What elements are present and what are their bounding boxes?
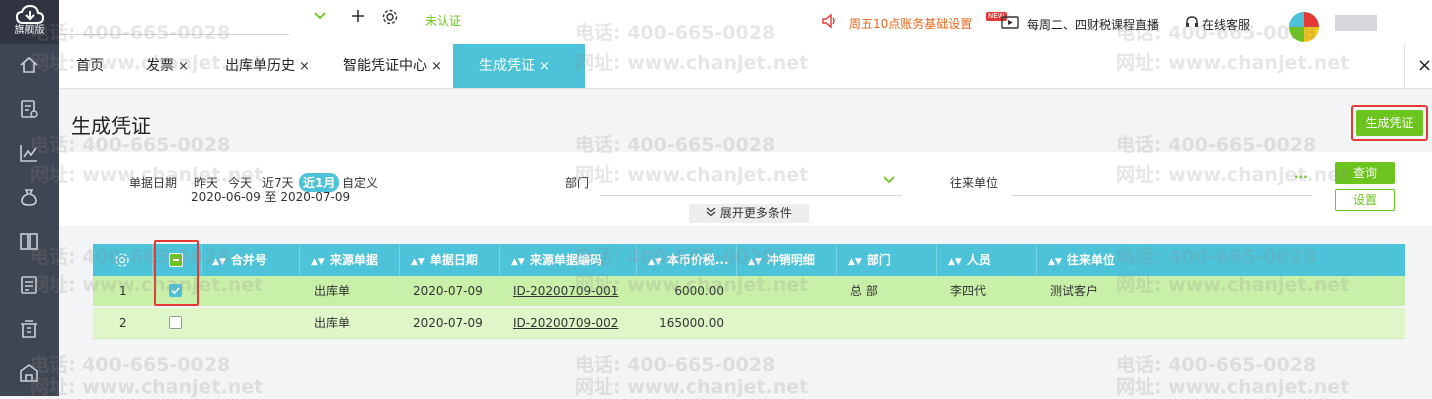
watermark-site: 网址: www.chanjet.net: [1116, 274, 1350, 296]
cell-doc-date: 2020-07-09: [413, 316, 483, 330]
close-icon[interactable]: ×: [299, 59, 310, 74]
partner-filter-label: 往来单位: [950, 176, 999, 190]
watermark-site: 网址: www.chanjet.net: [30, 376, 264, 398]
header-divider: [499, 244, 500, 276]
table-row[interactable]: 2 出库单 2020-07-09 ID-20200709-002 165000.…: [93, 308, 1405, 339]
col-partner[interactable]: ▲▼ 往来单位: [1048, 244, 1115, 276]
watermark-site: 网址: www.chanjet.net: [575, 164, 809, 186]
watermark-phone: 电话: 400-665-0028: [1116, 134, 1317, 156]
col-label: 部门: [866, 253, 891, 267]
cell-doc-date: 2020-07-09: [413, 284, 483, 298]
header-divider: [399, 244, 400, 276]
close-icon[interactable]: ×: [539, 59, 550, 74]
watermark-phone: 电话: 400-665-0028: [1116, 22, 1317, 44]
col-person[interactable]: ▲▼ 人员: [948, 244, 991, 276]
close-all-icon[interactable]: ×: [1417, 55, 1432, 76]
close-icon[interactable]: ×: [431, 59, 442, 74]
watermark-site: 网址: www.chanjet.net: [30, 52, 264, 74]
speaker-icon: [821, 13, 837, 32]
watermark-phone: 电话: 400-665-0028: [1116, 246, 1317, 268]
cell-source-code-link[interactable]: ID-20200709-002: [513, 308, 618, 338]
tab-generate-voucher[interactable]: 生成凭证 ×: [453, 44, 585, 88]
watermark-phone: 电话: 400-665-0028: [30, 246, 231, 268]
col-doc-date[interactable]: ▲▼ 单据日期: [411, 244, 478, 276]
col-dept[interactable]: ▲▼ 部门: [848, 244, 891, 276]
watermark-site: 网址: www.chanjet.net: [1116, 164, 1350, 186]
cell-partner: 测试客户: [1050, 284, 1099, 298]
cell-person: 李四代: [950, 284, 987, 298]
watermark-phone: 电话: 400-665-0028: [575, 22, 776, 44]
row-index: 2: [119, 316, 127, 330]
tab-label: 生成凭证: [479, 58, 535, 74]
sort-icon[interactable]: ▲▼: [948, 257, 962, 267]
double-chevron-down-icon: [706, 204, 716, 223]
cell-amount: 165000.00: [659, 316, 724, 330]
header-divider: [936, 244, 937, 276]
invoice-icon[interactable]: [18, 98, 40, 120]
sort-icon[interactable]: ▲▼: [511, 257, 525, 267]
col-label: 往来单位: [1066, 253, 1115, 267]
watermark-site: 网址: www.chanjet.net: [30, 164, 264, 186]
highlight-box: 生成凭证: [1351, 105, 1428, 141]
plus-icon[interactable]: [350, 8, 366, 27]
watermark-site: 网址: www.chanjet.net: [1116, 376, 1350, 398]
watermark-site: 网址: www.chanjet.net: [1116, 52, 1350, 74]
col-label: 合并号: [230, 253, 267, 267]
generate-voucher-button[interactable]: 生成凭证: [1356, 110, 1423, 136]
date-range-text: 2020-06-09 至 2020-07-09: [191, 190, 351, 204]
auth-status[interactable]: 未认证: [425, 12, 461, 29]
sort-icon[interactable]: ▲▼: [848, 257, 862, 267]
expand-label: 展开更多条件: [719, 206, 792, 220]
col-label: 单据日期: [429, 253, 478, 267]
col-source-doc[interactable]: ▲▼ 来源单据: [311, 244, 378, 276]
watermark-phone: 电话: 400-665-0028: [575, 246, 776, 268]
row-checkbox[interactable]: [169, 316, 182, 329]
watermark-phone: 电话: 400-665-0028: [30, 134, 231, 156]
watermark-site: 网址: www.chanjet.net: [575, 274, 809, 296]
divider: [1404, 44, 1405, 88]
chevron-down-icon[interactable]: [882, 174, 896, 188]
header-divider: [1036, 244, 1037, 276]
watermark-site: 网址: www.chanjet.net: [30, 274, 264, 296]
chevron-down-icon[interactable]: [313, 9, 327, 25]
cell-source-doc: 出库单: [314, 284, 351, 298]
cell-dept: 总 部: [850, 284, 878, 298]
watermark-site: 网址: www.chanjet.net: [575, 52, 809, 74]
building-icon[interactable]: [18, 318, 40, 340]
col-label: 来源单据: [329, 253, 378, 267]
gear-icon[interactable]: [381, 8, 399, 29]
partner-select[interactable]: [1012, 195, 1312, 196]
settings-button[interactable]: 设置: [1335, 189, 1395, 211]
sort-icon[interactable]: ▲▼: [411, 257, 425, 267]
notice-link[interactable]: 周五10点账务基础设置: [849, 15, 972, 32]
expand-more-button[interactable]: 展开更多条件: [689, 204, 809, 223]
tab-smart-voucher-center[interactable]: 智能凭证中心 ×: [343, 44, 442, 88]
sort-icon[interactable]: ▲▼: [311, 257, 325, 267]
tv-icon: [1001, 14, 1019, 33]
header-divider: [836, 244, 837, 276]
dept-select[interactable]: [600, 195, 902, 196]
username-placeholder[interactable]: [1335, 15, 1377, 31]
watermark-phone: 电话: 400-665-0028: [30, 22, 231, 44]
header-divider: [299, 244, 300, 276]
tab-label: 智能凭证中心: [343, 58, 427, 74]
watermark-phone: 电话: 400-665-0028: [575, 134, 776, 156]
col-label: 人员: [966, 253, 991, 267]
watermark-site: 网址: www.chanjet.net: [575, 376, 809, 398]
cell-source-doc: 出库单: [314, 316, 351, 330]
sort-icon[interactable]: ▲▼: [1048, 257, 1062, 267]
money-bag-icon[interactable]: [18, 186, 40, 208]
